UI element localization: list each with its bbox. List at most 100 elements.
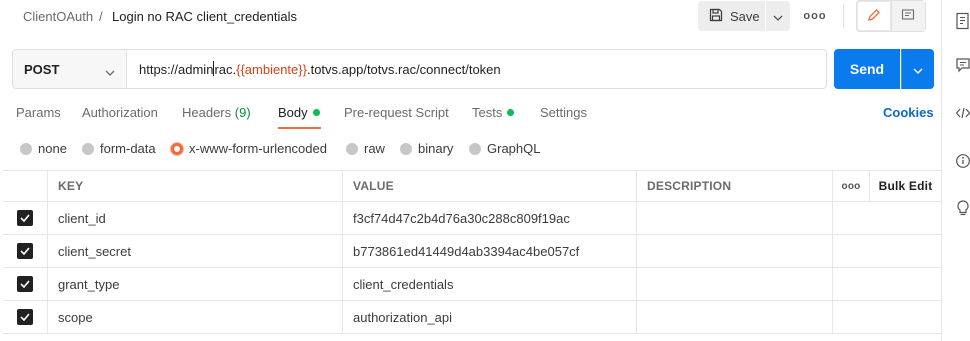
radio-raw[interactable]: raw — [346, 141, 385, 156]
url-host: rac. — [214, 61, 237, 77]
table-row: grant_type client_credentials — [3, 268, 941, 301]
request-title[interactable]: Login no RAC client_credentials — [112, 9, 297, 24]
radio-x-www-form-urlencoded[interactable]: x-www-form-urlencoded — [171, 141, 327, 156]
tab-headers[interactable]: Headers (9) — [182, 105, 251, 120]
description-cell[interactable] — [637, 301, 833, 333]
tab-settings[interactable]: Settings — [540, 105, 587, 120]
request-tabs: Params Authorization Headers (9) Body Pr… — [0, 100, 941, 130]
method-select[interactable]: POST — [12, 49, 127, 89]
key-cell[interactable]: scope — [48, 301, 343, 333]
radio-circle — [400, 142, 412, 155]
save-label: Save — [730, 8, 760, 24]
chevron-down-icon — [913, 62, 923, 77]
empty-cell — [833, 202, 870, 234]
save-options-button[interactable] — [766, 1, 790, 31]
more-actions-button[interactable]: ooo — [800, 1, 830, 31]
tab-pre-request-script[interactable]: Pre-request Script — [344, 105, 449, 120]
divider — [843, 4, 844, 28]
tab-tests[interactable]: Tests — [472, 105, 515, 120]
key-cell[interactable]: grant_type — [48, 268, 343, 300]
value-cell[interactable]: authorization_api — [343, 301, 637, 333]
code-icon[interactable] — [955, 104, 970, 122]
header-checkbox-column — [3, 171, 48, 201]
comments-icon[interactable] — [955, 56, 970, 74]
active-tab-indicator — [278, 127, 321, 129]
key-cell[interactable]: client_secret — [48, 235, 343, 267]
send-button[interactable]: Send — [834, 49, 900, 89]
bulk-edit-button[interactable]: Bulk Edit — [870, 171, 941, 201]
more-icon: ooo — [841, 180, 861, 192]
save-button[interactable]: Save — [698, 1, 765, 31]
radio-label: none — [38, 141, 67, 156]
description-cell[interactable] — [637, 268, 833, 300]
request-header: ClientOAuth / Login no RAC client_creden… — [0, 0, 941, 36]
column-options-button[interactable]: ooo — [833, 171, 870, 201]
params-table: KEY VALUE DESCRIPTION ooo Bulk Edit clie… — [3, 170, 941, 334]
tab-authorization[interactable]: Authorization — [82, 105, 158, 120]
url-input[interactable]: https://admin rac. {{ambiente}} .totvs.app/… — [127, 49, 827, 89]
breadcrumb-collection[interactable]: ClientOAuth — [23, 9, 93, 24]
empty-cell — [833, 268, 870, 300]
documentation-icon[interactable] — [955, 12, 970, 30]
row-checkbox[interactable] — [17, 309, 33, 325]
row-checkbox-cell — [3, 235, 48, 267]
radio-graphql[interactable]: GraphQL — [469, 141, 540, 156]
table-row: client_secret b773861ed41449d4ab3394ac4b… — [3, 235, 941, 268]
tab-body[interactable]: Body — [278, 105, 320, 120]
value-cell[interactable]: f3cf74d47c2b4d76a30c288c809f19ac — [343, 202, 637, 234]
chevron-down-icon — [773, 9, 783, 24]
radio-label: form-data — [100, 141, 156, 156]
column-value: VALUE — [343, 171, 637, 201]
key-cell[interactable]: client_id — [48, 202, 343, 234]
radio-none[interactable]: none — [20, 141, 67, 156]
method-value: POST — [24, 61, 60, 77]
radio-label: GraphQL — [487, 141, 541, 156]
body-type-selector: none form-data x-www-form-urlencoded raw… — [0, 138, 941, 160]
radio-label: x-www-form-urlencoded — [189, 141, 327, 156]
url-variable[interactable]: {{ambiente}} — [236, 62, 307, 77]
documentation-mode-button[interactable] — [891, 1, 925, 31]
edit-mode-button[interactable] — [857, 1, 892, 31]
url-suffix: .totvs.app/totvs.rac/connect/token — [306, 61, 501, 77]
radio-label: raw — [364, 141, 385, 156]
cookies-link[interactable]: Cookies — [883, 105, 934, 120]
info-icon[interactable] — [955, 152, 970, 170]
column-description: DESCRIPTION — [637, 171, 833, 201]
lightbulb-icon[interactable] — [955, 199, 970, 217]
chevron-down-icon — [105, 64, 115, 79]
radio-circle — [20, 142, 32, 155]
row-checkbox[interactable] — [17, 276, 33, 292]
tab-tests-label: Tests — [472, 105, 503, 120]
radio-circle — [469, 142, 481, 155]
right-sidebar — [941, 0, 970, 341]
comment-icon — [901, 8, 915, 25]
empty-cell — [833, 301, 870, 333]
view-mode-toggle — [856, 0, 926, 32]
radio-circle — [346, 142, 358, 155]
radio-label: binary — [418, 141, 454, 156]
radio-binary[interactable]: binary — [400, 141, 453, 156]
row-checkbox[interactable] — [17, 243, 33, 259]
description-cell[interactable] — [637, 202, 833, 234]
radio-circle — [82, 142, 94, 155]
request-editor: ClientOAuth / Login no RAC client_creden… — [0, 0, 941, 341]
headers-count: (9) — [234, 105, 251, 120]
value-cell[interactable]: b773861ed41449d4ab3394ac4be057cf — [343, 235, 637, 267]
tab-params[interactable]: Params — [16, 105, 61, 120]
more-icon: ooo — [803, 10, 827, 22]
tab-headers-label: Headers — [182, 105, 232, 120]
body-indicator-dot — [312, 109, 320, 117]
breadcrumb-separator: / — [99, 9, 103, 24]
description-cell[interactable] — [637, 235, 833, 267]
url-prefix: https://admin — [139, 61, 214, 77]
value-cell[interactable]: client_credentials — [343, 268, 637, 300]
radio-form-data[interactable]: form-data — [82, 141, 156, 156]
table-row: client_id f3cf74d47c2b4d76a30c288c809f19… — [3, 202, 941, 235]
row-checkbox[interactable] — [17, 210, 33, 226]
radio-circle-selected — [171, 142, 183, 155]
table-row: scope authorization_api — [3, 301, 941, 334]
tab-body-label: Body — [278, 105, 308, 120]
pencil-icon — [867, 8, 881, 25]
send-options-button[interactable] — [901, 49, 934, 89]
table-header: KEY VALUE DESCRIPTION ooo Bulk Edit — [3, 170, 941, 202]
